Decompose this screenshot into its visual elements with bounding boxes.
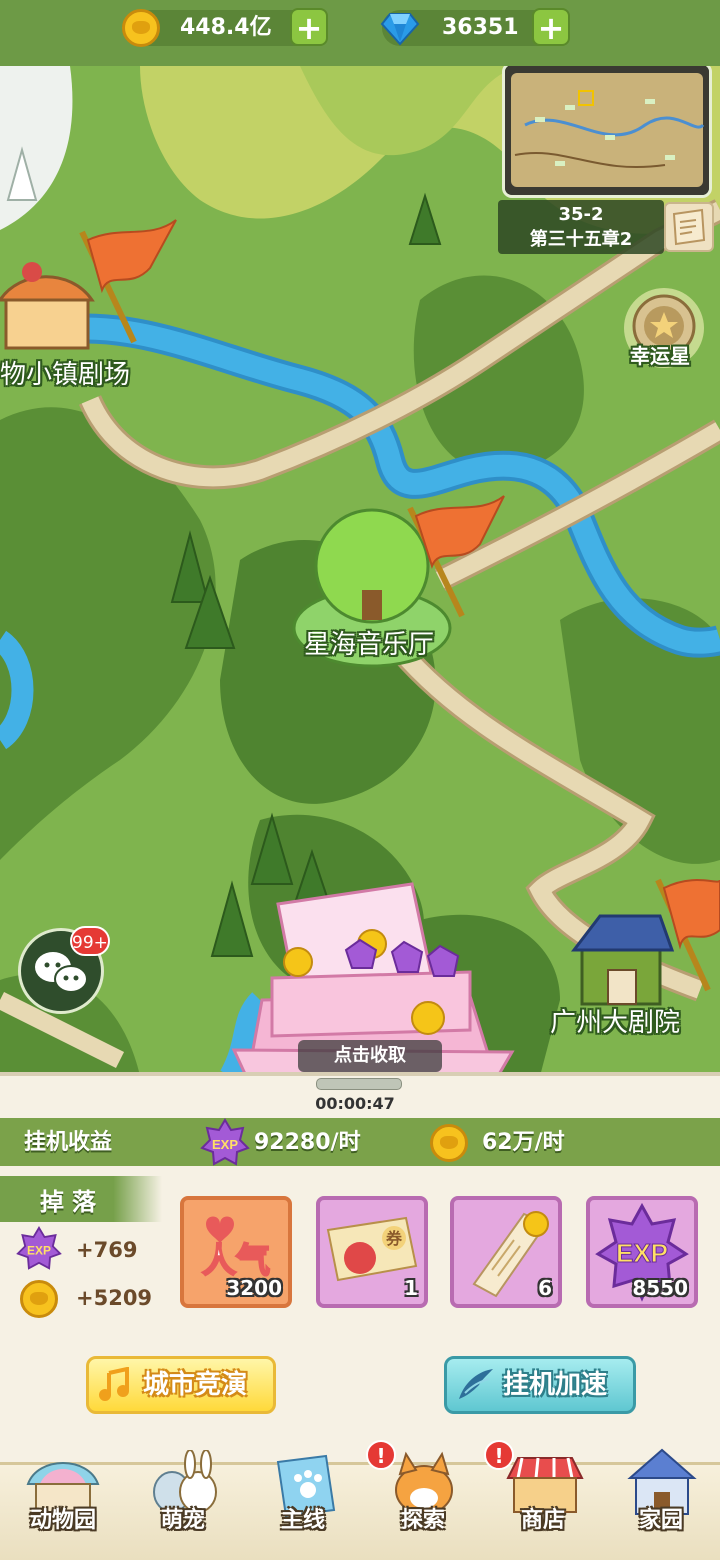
map-scroll-button[interactable]: [664, 202, 714, 252]
coin-balance: 448.4亿 +: [122, 8, 328, 47]
nav-zoo-label: 动物园: [29, 1508, 96, 1533]
collect-timer-bar: [316, 1078, 402, 1090]
chapter-stage: 35-2: [558, 204, 604, 225]
exp-icon-text: EXP: [27, 1244, 51, 1258]
drop-item-certificate[interactable]: 6: [450, 1196, 562, 1308]
drop-item-exp[interactable]: EXP 8550: [586, 1196, 698, 1308]
drop-exp-amount: +769: [76, 1238, 138, 1262]
location-star-sea-concert-hall[interactable]: 星海音乐厅: [304, 624, 434, 661]
city-contest-button[interactable]: 城市竞演: [86, 1356, 276, 1414]
minimap-view: [505, 66, 709, 195]
exp-icon: EXP: [16, 1226, 62, 1270]
nav-pets-label: 萌宠: [160, 1508, 205, 1533]
nav-home[interactable]: 家园: [602, 1446, 720, 1558]
coin-rate: 62万/时: [482, 1130, 565, 1155]
idle-income-title: 挂机收益: [24, 1130, 113, 1155]
nav-shop-label: 商店: [520, 1508, 565, 1533]
world-map[interactable]: 35-2 第三十五章2 幸运星 物小镇剧场 星海音乐厅 广州大剧院 99+ 点击…: [0, 66, 720, 1076]
add-gems-button[interactable]: +: [532, 8, 570, 46]
collect-timer: 00:00:47: [315, 1094, 395, 1113]
exp-icon-text: EXP: [212, 1137, 238, 1152]
coin-icon: [20, 1280, 58, 1318]
collect-button[interactable]: 点击收取: [298, 1040, 442, 1072]
nav-main-line-label: 主线: [280, 1508, 325, 1533]
drop-item-popularity[interactable]: 人气 3200: [180, 1196, 292, 1308]
chapter-name: 第三十五章2: [529, 229, 633, 250]
diamond-icon: [380, 13, 420, 46]
coin-icon: [122, 9, 160, 47]
wechat-unread-badge: 99+: [70, 926, 110, 956]
nav-main-line[interactable]: 主线: [244, 1446, 362, 1558]
item-count: 8550: [632, 1276, 688, 1300]
gem-balance: 36351 +: [380, 8, 570, 46]
nav-pets[interactable]: 萌宠: [124, 1446, 242, 1558]
drop-item-ticket[interactable]: 券 1: [316, 1196, 428, 1308]
nav-shop[interactable]: ! 商店: [484, 1440, 602, 1558]
idle-speedup-button[interactable]: 挂机加速: [444, 1356, 636, 1414]
exp-rate: 92280/时: [254, 1130, 361, 1155]
ticket-caption: 券: [385, 1229, 403, 1248]
nav-zoo[interactable]: 动物园: [4, 1446, 122, 1558]
lucky-star-label: 幸运星: [630, 344, 690, 368]
exp-icon: EXP: [200, 1118, 250, 1166]
gem-amount: 36351: [442, 15, 519, 40]
exp-caption: EXP: [616, 1238, 668, 1268]
music-note-icon: [99, 1367, 129, 1401]
location-pet-town-theater[interactable]: 物小镇剧场: [0, 354, 130, 391]
scroll-map-icon: [672, 208, 706, 246]
top-resource-bar: [0, 0, 720, 66]
drop-coin-amount: +5209: [76, 1286, 153, 1310]
idle-speedup-label: 挂机加速: [503, 1370, 608, 1400]
item-count: 1: [404, 1276, 418, 1300]
nav-home-label: 家园: [638, 1508, 683, 1533]
nav-explore[interactable]: ! 探索: [364, 1440, 482, 1558]
drops-title: 掉落: [40, 1188, 104, 1216]
shop-alert-badge: !: [484, 1440, 514, 1470]
wing-icon: [459, 1369, 493, 1399]
add-coins-button[interactable]: +: [290, 8, 328, 46]
city-contest-label: 城市竞演: [143, 1370, 248, 1400]
explore-alert-badge: !: [366, 1440, 396, 1470]
popularity-caption: 人气: [202, 1242, 270, 1280]
item-count: 6: [538, 1276, 552, 1300]
item-count: 3200: [226, 1276, 282, 1300]
coin-amount: 448.4亿: [180, 15, 272, 40]
nav-explore-label: 探索: [400, 1508, 445, 1533]
minimap[interactable]: [502, 66, 712, 198]
coin-icon: [430, 1124, 468, 1162]
chapter-indicator[interactable]: 35-2 第三十五章2: [498, 200, 664, 254]
location-guangzhou-opera-house[interactable]: 广州大剧院: [550, 1002, 680, 1039]
